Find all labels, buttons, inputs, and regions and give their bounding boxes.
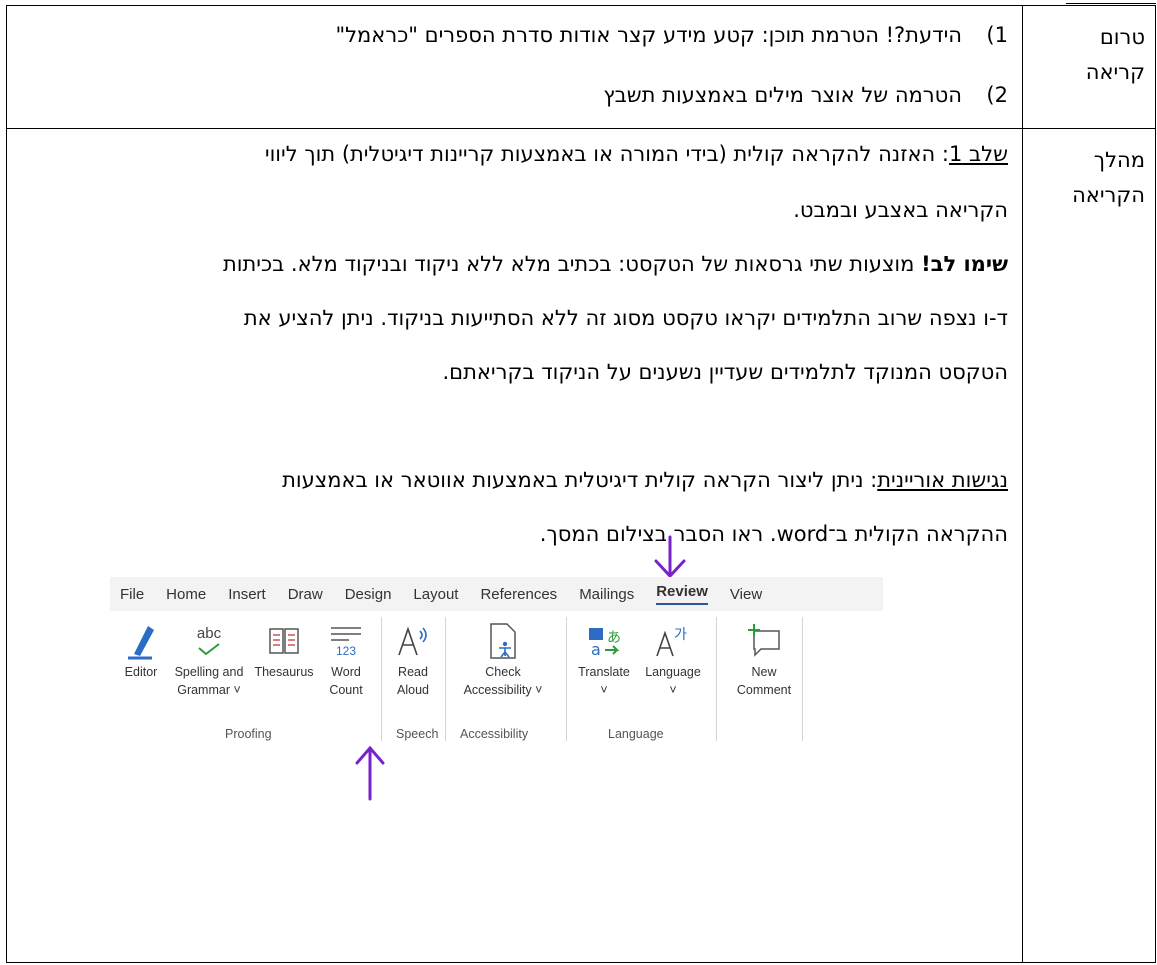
editor-button[interactable]: Editor [116,619,166,681]
word-ribbon-screenshot: File Home Insert Draw Design Layout Refe… [110,577,883,747]
thesaurus-button[interactable]: Thesaurus [250,619,318,681]
read-aloud-icon [388,619,438,663]
spelling-grammar-button[interactable]: abc Spelling and Grammar ˅ [172,619,246,699]
tab-references[interactable]: References [480,586,557,603]
read-aloud-button[interactable]: Read Aloud [388,619,438,699]
svg-text:あ: あ [607,630,621,646]
list-item: 1) הידעת?! הטרמת תוכן: קטע מידע קצר אודו… [335,23,1008,47]
down-arrow-icon [654,535,686,579]
access-line2: ההקראה הקולית ב־word. ראו הסבר בצילום המ… [539,522,1008,546]
language-icon: 가 [638,619,708,663]
lesson-plan-table: טרום קריאה 1) הידעת?! הטרמת תוכן: קטע מי… [6,5,1156,963]
translate-button[interactable]: あa Translate ˅ [572,619,636,699]
tab-view[interactable]: View [730,586,762,603]
tab-mailings[interactable]: Mailings [579,586,634,603]
ribbon-separator [802,617,803,741]
note-line2: ד-ו נצפה שרוב התלמידים יקראו טקסט מסוג ז… [243,306,1008,330]
new-comment-icon [722,619,806,663]
tab-insert[interactable]: Insert [228,586,266,603]
row-label-reading: מהלך הקריאה [1022,128,1156,963]
step1-label: שלב 1 [948,142,1008,166]
language-button[interactable]: 가 Language ˅ [638,619,708,699]
translate-icon: あa [572,619,636,663]
svg-text:a: a [591,640,601,658]
tab-file[interactable]: File [120,586,144,603]
ribbon-tab-bar: File Home Insert Draw Design Layout Refe… [110,577,883,611]
editor-pen-icon [116,619,166,663]
tab-review[interactable]: Review [656,583,708,605]
accessibility-doc-icon [448,619,558,663]
ribbon-separator [381,617,382,741]
tab-draw[interactable]: Draw [288,586,323,603]
ribbon-tools: Editor abc Spelling and Grammar ˅ Thesau… [110,611,883,747]
word-count-button[interactable]: 123 Word Count [322,619,370,699]
group-label-language: Language [608,727,664,741]
group-label-proofing: Proofing [225,727,272,741]
group-label-speech: Speech [396,727,439,741]
spelling-check-icon: abc [172,619,246,663]
access-label: נגישות אוריינית [877,468,1008,492]
top-border-fragment [1066,0,1156,4]
word-count-icon: 123 [322,619,370,663]
table-row-pre-reading: טרום קריאה 1) הידעת?! הטרמת תוכן: קטע מי… [6,5,1156,129]
list-item: 2) הטרמה של אוצר מילים באמצעות תשבץ [603,83,1008,107]
book-icon [250,619,318,663]
table-row-reading: מהלך הקריאה שלב 1: האזנה להקראה קולית (ב… [6,128,1156,963]
ribbon-separator [445,617,446,741]
row-label-pre-reading: טרום קריאה [1022,5,1156,129]
svg-text:가: 가 [674,627,687,643]
step1-line1: שלב 1: האזנה להקראה קולית (בידי המורה או… [264,142,1008,166]
note-bold: שימו לב! [921,252,1008,276]
note-line1: שימו לב! מוצעות שתי גרסאות של הטקסט: בכת… [222,252,1008,276]
note-line3: הטקסט המנוקד לתלמידים שעדיין נשענים על ה… [442,360,1008,384]
check-accessibility-button[interactable]: Check Accessibility ˅ [448,619,558,699]
group-label-accessibility: Accessibility [460,727,529,741]
step1-line2: הקריאה באצבע ובמבט. [793,198,1008,222]
ribbon-separator [566,617,567,741]
row-content-pre-reading: 1) הידעת?! הטרמת תוכן: קטע מידע קצר אודו… [6,5,1023,129]
row-content-reading: שלב 1: האזנה להקראה קולית (בידי המורה או… [6,128,1023,963]
tab-home[interactable]: Home [166,586,206,603]
tab-layout[interactable]: Layout [413,586,458,603]
new-comment-button[interactable]: New Comment [722,619,806,699]
screenshot-area: File Home Insert Draw Design Layout Refe… [15,535,1008,823]
ribbon-separator [716,617,717,741]
up-arrow-icon [355,745,385,801]
tab-design[interactable]: Design [345,586,392,603]
access-line1: נגישות אוריינית: ניתן ליצור הקראה קולית … [282,468,1008,492]
